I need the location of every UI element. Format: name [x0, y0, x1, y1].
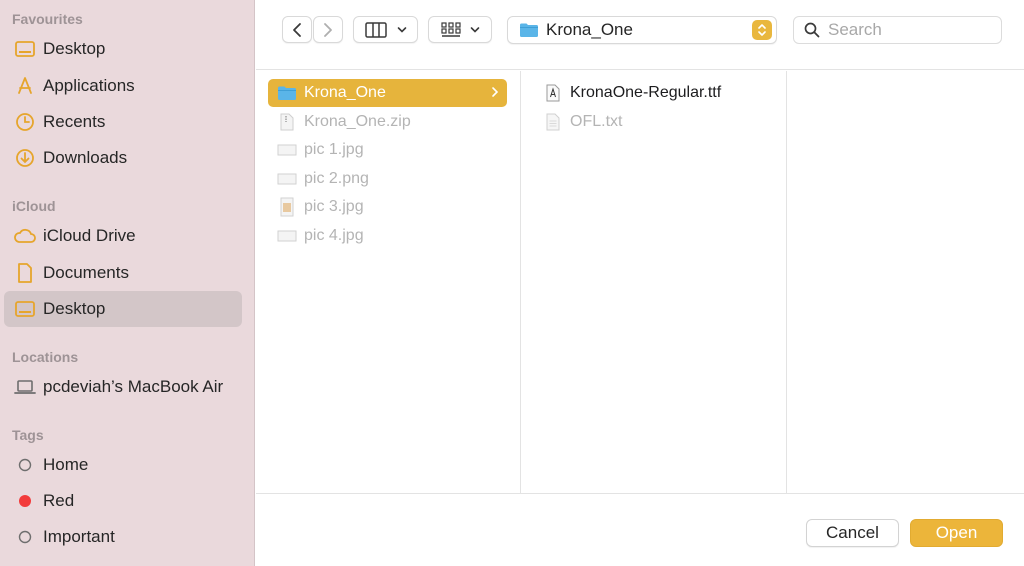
file-row-image[interactable]: pic 1.jpg — [268, 136, 507, 164]
image-file-icon — [276, 196, 298, 218]
search-field[interactable] — [793, 16, 1002, 44]
chevron-right-icon — [492, 87, 499, 97]
sidebar-item-label: Home — [43, 455, 89, 474]
chevron-down-icon — [470, 26, 479, 33]
tag-circle-icon — [14, 454, 36, 476]
zip-file-icon — [276, 111, 298, 133]
file-name: pic 1.jpg — [304, 141, 364, 158]
chevron-right-icon — [324, 22, 332, 37]
columns-view-icon — [364, 21, 387, 38]
file-name: OFL.txt — [570, 113, 623, 130]
font-file-icon — [542, 82, 564, 104]
file-row-font[interactable]: KronaOne-Regular.ttf — [534, 79, 773, 107]
applications-icon — [14, 75, 36, 97]
text-file-icon — [542, 111, 564, 133]
section-title-tags: Tags — [12, 427, 44, 443]
browser-column-3[interactable] — [788, 71, 1024, 493]
file-row-image[interactable]: pic 2.png — [268, 165, 507, 193]
sidebar: Favourites Desktop Applications Recents … — [0, 0, 255, 566]
section-title-locations: Locations — [12, 349, 79, 365]
forward-button[interactable] — [313, 16, 343, 43]
path-label: Krona_One — [546, 20, 633, 39]
browser-column-1[interactable]: Krona_One Krona_One.zip pic 1.jpg pic 2.… — [256, 71, 521, 493]
chevron-left-icon — [293, 22, 301, 37]
browser-column-2[interactable]: KronaOne-Regular.ttf OFL.txt — [522, 71, 787, 493]
sidebar-item-label: Applications — [43, 76, 135, 95]
folder-icon — [520, 23, 538, 37]
image-file-icon — [276, 139, 298, 161]
sidebar-item-macbook[interactable]: pcdeviah’s MacBook Air — [4, 369, 242, 405]
document-icon — [14, 262, 36, 284]
sidebar-item-icloud-drive[interactable]: iCloud Drive — [4, 218, 242, 254]
view-columns-button[interactable] — [353, 16, 418, 43]
sidebar-item-desktop[interactable]: Desktop — [4, 31, 242, 67]
sidebar-item-label: Important — [43, 527, 115, 546]
grid-view-icon — [440, 21, 461, 37]
sidebar-item-label: pcdeviah’s MacBook Air — [43, 377, 224, 396]
sidebar-item-downloads[interactable]: Downloads — [4, 140, 242, 176]
cloud-icon — [14, 225, 36, 247]
toolbar: Krona_One — [256, 0, 1024, 70]
file-row-image[interactable]: pic 3.jpg — [268, 193, 507, 221]
tag-circle-icon — [14, 526, 36, 548]
desktop-icon — [14, 298, 36, 320]
up-down-chevron-icon — [752, 20, 772, 40]
section-title-icloud: iCloud — [12, 198, 56, 214]
sidebar-tag-red[interactable]: Red — [4, 483, 242, 519]
group-by-button[interactable] — [428, 16, 492, 43]
file-row-krona-one-folder[interactable]: Krona_One — [268, 79, 507, 107]
file-name: Krona_One — [304, 84, 386, 101]
image-file-icon — [276, 168, 298, 190]
clock-icon — [14, 111, 36, 133]
sidebar-item-label: Downloads — [43, 148, 128, 167]
open-button[interactable]: Open — [910, 519, 1003, 547]
sidebar-item-label: Red — [43, 491, 75, 510]
file-row-image[interactable]: pic 4.jpg — [268, 222, 507, 250]
path-popup[interactable]: Krona_One — [507, 16, 777, 44]
sidebar-tag-home[interactable]: Home — [4, 447, 242, 483]
sidebar-item-label: Desktop — [43, 39, 106, 58]
download-icon — [14, 147, 36, 169]
file-name: pic 2.png — [304, 170, 369, 187]
file-row-text: OFL.txt — [534, 108, 773, 136]
file-row-zip[interactable]: Krona_One.zip — [268, 108, 507, 136]
sidebar-tag-important[interactable]: Important — [4, 519, 242, 555]
sidebar-item-applications[interactable]: Applications — [4, 68, 242, 104]
laptop-icon — [14, 376, 36, 398]
file-name: KronaOne-Regular.ttf — [570, 84, 722, 101]
file-name: pic 3.jpg — [304, 198, 364, 215]
sidebar-item-recents[interactable]: Recents — [4, 104, 242, 140]
red-tag-dot-icon — [14, 490, 36, 512]
search-input[interactable] — [828, 20, 988, 40]
back-button[interactable] — [282, 16, 312, 43]
sidebar-item-label: Documents — [43, 263, 129, 282]
file-name: Krona_One.zip — [304, 113, 411, 130]
chevron-down-icon — [397, 26, 406, 33]
sidebar-item-label: Recents — [43, 112, 106, 131]
image-file-icon — [276, 225, 298, 247]
search-icon — [804, 22, 820, 38]
sidebar-item-label: Desktop — [43, 299, 106, 318]
desktop-icon — [14, 38, 36, 60]
sidebar-item-label: iCloud Drive — [43, 226, 136, 245]
file-name: pic 4.jpg — [304, 227, 364, 244]
sidebar-item-documents[interactable]: Documents — [4, 255, 242, 291]
section-title-favourites: Favourites — [12, 11, 83, 27]
cancel-button[interactable]: Cancel — [806, 519, 899, 547]
sidebar-item-desktop-icloud[interactable]: Desktop — [4, 291, 242, 327]
dialog-footer: Cancel Open — [256, 493, 1024, 566]
folder-icon — [276, 82, 298, 104]
